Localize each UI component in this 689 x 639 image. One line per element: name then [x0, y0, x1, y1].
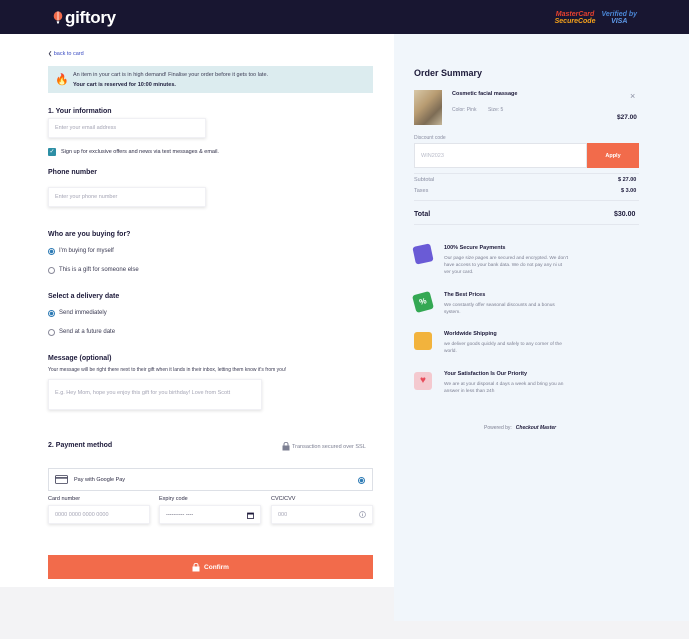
- mastercard-badge-line2: SecureCode: [554, 18, 596, 25]
- email-field[interactable]: Enter your email address: [48, 118, 206, 138]
- ssl-secure-text: Transaction secured over SSL: [292, 443, 366, 450]
- message-textarea[interactable]: E.g. Hey Mom, hope you enjoy this gift f…: [48, 379, 262, 410]
- delivery-date-title: Select a delivery date: [48, 293, 120, 300]
- order-summary-title: Order Summary: [414, 68, 483, 78]
- radio-gift-for-someone[interactable]: [48, 267, 55, 274]
- feature-desc-satisfaction: We are at your disposal 4 days a week an…: [444, 382, 564, 394]
- option-send-future-date[interactable]: Send at a future date: [59, 329, 115, 335]
- mastercard-securecode-badge: MasterCard SecureCode: [555, 11, 596, 25]
- phone-number-title: Phone number: [48, 169, 98, 176]
- feature-desc-prices: We constantly offer seasonal discounts a…: [444, 303, 555, 315]
- expiry-field[interactable]: ---------- ----: [159, 505, 261, 524]
- subtotal-value: $ 27.00: [618, 177, 637, 183]
- payment-method-title: 2. Payment method: [48, 442, 113, 449]
- powered-by-label: Powered by:: [484, 425, 512, 431]
- security-badges: MasterCard SecureCode Verified by VISA: [555, 11, 637, 25]
- credit-card-icon: [55, 475, 68, 484]
- package-icon: [414, 332, 432, 350]
- lock-icon: [282, 442, 290, 451]
- expiry-placeholder: ---------- ----: [166, 511, 194, 518]
- subtotal-label: Subtotal: [414, 177, 435, 183]
- confirm-label: Confirm: [204, 563, 229, 571]
- ssl-secure-note: Transaction secured over SSL: [282, 442, 366, 451]
- google-pay-option[interactable]: Pay with Google Pay: [48, 468, 373, 491]
- radio-send-immediately[interactable]: [48, 310, 55, 317]
- back-link-label: back to card: [53, 51, 84, 57]
- powered-by: Powered by: Checkout Master: [484, 425, 556, 431]
- discount-code-label: Discount code: [414, 135, 446, 141]
- product-color: Color: Pink: [452, 107, 477, 113]
- feature-title-prices: The Best Prices: [444, 292, 486, 298]
- high-demand-alert: 🔥 An item in your cart is in high demand…: [48, 66, 373, 93]
- total-label: Total: [414, 211, 431, 218]
- summary-divider-2: [414, 200, 639, 201]
- remove-item-close-icon[interactable]: ×: [630, 91, 635, 101]
- product-price: $27.00: [617, 114, 637, 121]
- signup-label: Sign up for exclusive offers and news vi…: [61, 149, 219, 155]
- secure-card-icon: [412, 243, 434, 265]
- top-header: giftory MasterCard SecureCode Verified b…: [0, 0, 689, 34]
- buying-for-title: Who are you buying for?: [48, 231, 131, 238]
- heart-hand-icon: ♥: [414, 372, 432, 390]
- feature-title-secure: 100% Secure Payments: [444, 245, 506, 251]
- google-pay-label: Pay with Google Pay: [74, 477, 126, 483]
- back-to-card-link[interactable]: ❮ back to card: [48, 51, 84, 57]
- mastercard-badge-line1: MasterCard: [555, 11, 595, 18]
- total-value: $30.00: [614, 211, 636, 218]
- summary-divider-3: [414, 224, 639, 225]
- visa-badge-line2: VISA: [611, 18, 628, 25]
- feature-title-shipping: Worldwide Shipping: [444, 331, 497, 337]
- alert-reservation-timer: Your cart is reserved for 10:00 minutes.: [73, 82, 176, 88]
- brand-name: giftory: [65, 8, 116, 27]
- card-number-label: Card number: [48, 496, 81, 502]
- alert-message: An item in your cart is in high demand! …: [73, 72, 269, 78]
- google-pay-radio[interactable]: [358, 477, 365, 484]
- your-information-title: 1. Your information: [48, 108, 112, 115]
- product-thumbnail: [414, 90, 442, 125]
- signup-checkbox[interactable]: ✓: [48, 148, 56, 156]
- taxes-value: $ 3.00: [621, 188, 637, 194]
- cvc-label: CVC/CVV: [271, 496, 296, 502]
- apply-discount-button[interactable]: Apply: [587, 143, 639, 168]
- fire-icon: 🔥: [55, 74, 69, 86]
- message-hint: Your message will be right there next to…: [48, 367, 287, 373]
- cvc-placeholder: 000: [278, 511, 288, 518]
- option-send-immediately[interactable]: Send immediately: [59, 310, 107, 316]
- checkout-master-logo[interactable]: Checkout Master: [516, 425, 556, 431]
- calendar-icon[interactable]: [247, 512, 254, 519]
- discount-code-field[interactable]: WIN2023: [414, 143, 587, 168]
- feature-desc-secure: Our page size pages are secured and encr…: [444, 256, 569, 275]
- verified-by-visa-badge: Verified by VISA: [601, 11, 637, 25]
- message-title: Message (optional): [48, 355, 112, 362]
- feature-desc-shipping: we deliver goods quickly and safely to a…: [444, 342, 562, 354]
- phone-field[interactable]: Enter your phone number: [48, 187, 206, 207]
- visa-badge-line1: Verified by: [601, 11, 637, 18]
- cvc-field[interactable]: 000: [271, 505, 373, 524]
- giftory-logo[interactable]: giftory: [53, 8, 116, 28]
- chevron-left-icon: ❮: [48, 51, 53, 57]
- taxes-label: Taxes: [414, 188, 429, 194]
- feature-title-satisfaction: Your Satisfaction Is Our Priority: [444, 371, 528, 377]
- product-name: Cosmetic facial massage: [452, 91, 518, 97]
- page-footer-strip: [0, 587, 394, 639]
- summary-divider-1: [414, 173, 639, 174]
- info-icon[interactable]: [359, 511, 366, 518]
- option-buying-for-myself[interactable]: I'm buying for myself: [59, 248, 114, 254]
- radio-send-future-date[interactable]: [48, 329, 55, 336]
- product-size: Size: 5: [488, 107, 504, 113]
- option-gift-for-someone[interactable]: This is a gift for someone else: [59, 267, 139, 273]
- lock-icon: [192, 562, 200, 571]
- expiry-label: Expiry code: [159, 496, 188, 502]
- balloon-icon: [53, 11, 63, 24]
- radio-buying-for-myself[interactable]: [48, 248, 55, 255]
- confirm-button[interactable]: Confirm: [48, 555, 373, 579]
- card-number-field[interactable]: 0000 0000 0000 0000: [48, 505, 150, 524]
